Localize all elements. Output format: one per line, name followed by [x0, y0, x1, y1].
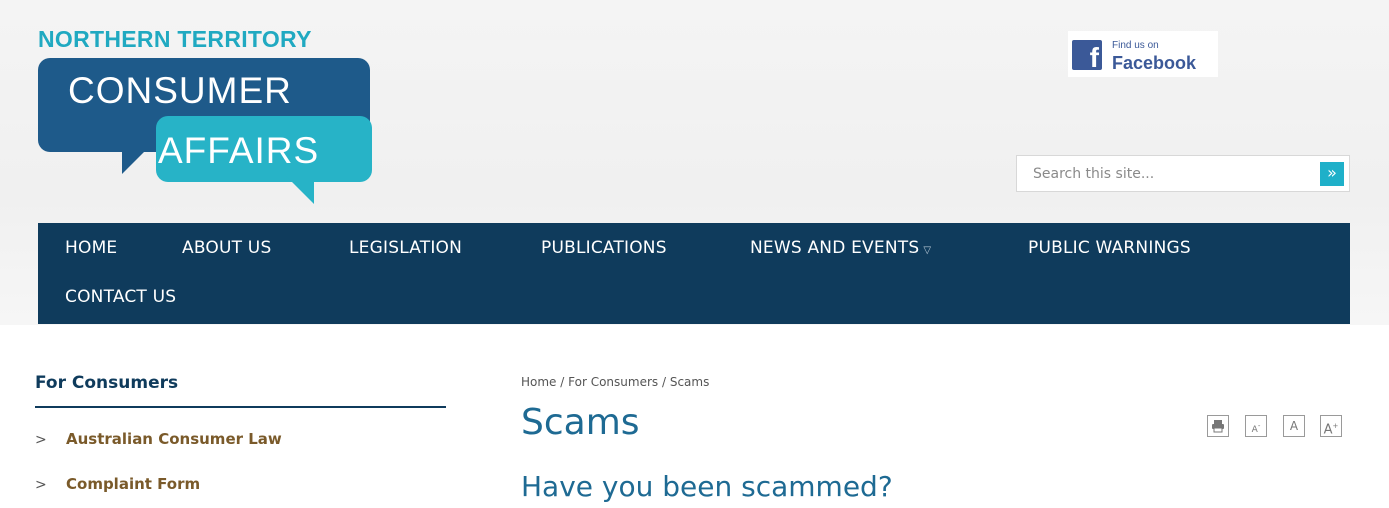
chevron-right-icon: >: [35, 432, 47, 448]
logo-line-consumer: CONSUMER: [68, 70, 292, 111]
nav-item-label: HOME: [65, 238, 118, 258]
logo-bubble-dark-tail: [122, 146, 150, 174]
breadcrumb-separator: /: [560, 375, 569, 389]
logo-line-northern-territory: NORTHERN TERRITORY: [38, 26, 312, 52]
logo-bubble-light-tail: [286, 176, 314, 204]
nav-item-contact-us[interactable]: CONTACT US: [65, 287, 176, 307]
breadcrumb-home[interactable]: Home: [521, 375, 556, 389]
sidebar-item-complaint-form[interactable]: > Complaint Form: [35, 475, 446, 499]
font-increase-label: A: [1323, 422, 1333, 438]
nav-item-public-warnings[interactable]: PUBLIC WARNINGS: [1028, 238, 1191, 258]
nav-item-label: NEWS AND EVENTS: [750, 238, 920, 258]
nav-item-label: ABOUT US: [182, 238, 272, 258]
font-normal-label: A: [1289, 419, 1299, 433]
section-heading: Have you been scammed?: [521, 470, 893, 503]
page-title: Scams: [521, 402, 640, 443]
nav-item-publications[interactable]: PUBLICATIONS: [541, 238, 667, 258]
search-box: »: [1016, 155, 1350, 192]
font-normal-button[interactable]: A: [1283, 415, 1305, 437]
nav-item-label: PUBLIC WARNINGS: [1028, 238, 1191, 258]
nav-item-label: CONTACT US: [65, 287, 177, 307]
facebook-small-text: Find us on: [1112, 40, 1159, 51]
font-increase-button[interactable]: A+: [1320, 415, 1342, 437]
sidebar-title: For Consumers: [35, 373, 179, 393]
chevron-right-icon: >: [35, 477, 47, 493]
facebook-big-text: Facebook: [1112, 53, 1197, 73]
search-submit-button[interactable]: »: [1320, 162, 1344, 186]
breadcrumb-separator: /: [661, 375, 670, 389]
site-logo[interactable]: NORTHERN TERRITORY CONSUMER AFFAIRS: [38, 26, 378, 206]
sidebar-divider: [35, 406, 446, 408]
nav-item-label: PUBLICATIONS: [541, 238, 667, 258]
nav-item-legislation[interactable]: LEGISLATION: [349, 238, 462, 258]
search-input[interactable]: [1017, 156, 1297, 191]
nav-item-news-and-events[interactable]: NEWS AND EVENTS ▽: [750, 238, 931, 258]
print-button[interactable]: [1207, 415, 1229, 437]
nav-item-about-us[interactable]: ABOUT US: [182, 238, 271, 258]
sidebar-item-label: Australian Consumer Law: [66, 430, 282, 448]
font-decrease-button[interactable]: A-: [1245, 415, 1267, 437]
nav-item-label: LEGISLATION: [349, 238, 463, 258]
breadcrumb: Home / For Consumers / Scams: [521, 375, 709, 389]
arrow-right-icon: »: [1327, 163, 1337, 182]
nav-item-home[interactable]: HOME: [65, 238, 117, 258]
site-header: NORTHERN TERRITORY CONSUMER AFFAIRS f Fi…: [0, 0, 1389, 325]
logo-line-affairs: AFFAIRS: [158, 130, 320, 171]
sidebar-item-australian-consumer-law[interactable]: > Australian Consumer Law: [35, 430, 446, 454]
facebook-icon: f: [1072, 40, 1102, 70]
sidebar-item-label: Complaint Form: [66, 475, 201, 493]
main-navigation: HOME ABOUT US LEGISLATION PUBLICATIONS N…: [38, 223, 1350, 324]
breadcrumb-current: Scams: [669, 375, 710, 389]
facebook-button[interactable]: f Find us on Facebook: [1068, 31, 1218, 77]
chevron-down-icon: ▽: [923, 245, 932, 256]
breadcrumb-for-consumers[interactable]: For Consumers: [568, 375, 658, 389]
print-icon: [1212, 420, 1224, 433]
